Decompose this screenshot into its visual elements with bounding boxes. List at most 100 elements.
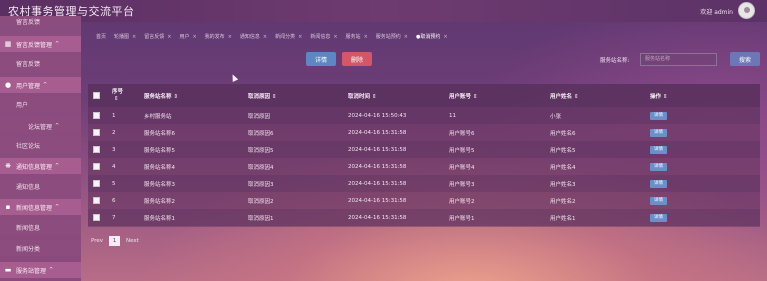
cell-account: 用户账号1 bbox=[449, 215, 475, 222]
cell-action: 详情 bbox=[650, 141, 760, 158]
sidebar-group-news[interactable]: ▪ 新闻信息管理 ^ bbox=[0, 199, 81, 215]
cell-action: 详情 bbox=[650, 209, 760, 226]
row-checkbox[interactable] bbox=[93, 129, 100, 136]
table-row[interactable]: 5 服务站名称3 取消原因3 2024-04-16 15:31:58 用户账号3… bbox=[88, 175, 760, 192]
detail-button[interactable]: 详情 bbox=[306, 52, 336, 66]
sidebar-group-forum[interactable]: 论坛管理 ^ bbox=[0, 118, 81, 134]
row-detail-button[interactable]: 详情 bbox=[650, 111, 667, 120]
cell-no: 3 bbox=[112, 146, 116, 153]
close-icon[interactable]: × bbox=[228, 34, 232, 40]
row-detail-button[interactable]: 详情 bbox=[650, 162, 667, 171]
sidebar-item-feedback-top[interactable]: 留言反馈 bbox=[0, 16, 81, 26]
row-checkbox[interactable] bbox=[93, 146, 100, 153]
tab-my-posts[interactable]: 我的发布 × bbox=[205, 33, 232, 40]
sort-icon: ⇕ bbox=[114, 95, 119, 102]
table-row[interactable]: 2 服务站名称6 取消原因6 2024-04-16 15:31:58 用户账号6… bbox=[88, 124, 760, 141]
sort-icon: ⇕ bbox=[173, 93, 179, 100]
search-label: 服务站名称: bbox=[600, 58, 630, 64]
sidebar-item-notices[interactable]: 通知信息 bbox=[0, 178, 81, 194]
row-detail-button[interactable]: 详情 bbox=[650, 128, 667, 137]
close-icon[interactable]: × bbox=[364, 34, 368, 40]
cell-time: 2024-04-16 15:31:58 bbox=[348, 146, 407, 153]
tab-stations[interactable]: 服务站 × bbox=[346, 33, 368, 40]
col-header-no[interactable]: 序号 ⇕ bbox=[112, 84, 144, 107]
sidebar-group-stations[interactable]: ▬ 服务站管理 ^ bbox=[0, 262, 81, 278]
grid-icon: ▦ bbox=[4, 40, 12, 48]
col-header-action: 操作 ⇕ bbox=[650, 93, 668, 100]
tab-cancel-booking[interactable]: ●取消预约 × bbox=[416, 33, 448, 40]
tab-users[interactable]: 用户 × bbox=[179, 33, 196, 40]
tab-news-category[interactable]: 新闻分类 × bbox=[275, 33, 302, 40]
sidebar-group-label: 论坛管理 bbox=[28, 123, 53, 131]
close-icon[interactable]: × bbox=[333, 34, 337, 40]
table-row[interactable]: 7 服务站名称1 取消原因1 2024-04-16 15:31:58 用户账号1… bbox=[88, 209, 760, 226]
row-checkbox[interactable] bbox=[93, 197, 100, 204]
prev-page-link[interactable]: Prev bbox=[91, 238, 103, 244]
table-row[interactable]: 3 服务站名称5 取消原因5 2024-04-16 15:31:58 用户账号5… bbox=[88, 141, 760, 158]
row-select-cell bbox=[88, 175, 112, 192]
cell-name: 服务站名称6 bbox=[144, 130, 175, 137]
table-row[interactable]: 1 乡村服务站 取消原因 2024-04-16 15:50:43 11 小张 详… bbox=[88, 107, 760, 124]
cell-reason: 取消原因2 bbox=[248, 198, 274, 205]
next-page-link[interactable]: Next bbox=[126, 238, 139, 244]
current-page[interactable]: 1 bbox=[109, 236, 120, 246]
close-icon[interactable]: × bbox=[404, 34, 408, 40]
cell-name: 服务站名称2 bbox=[144, 198, 175, 205]
close-icon[interactable]: × bbox=[132, 34, 136, 40]
row-checkbox[interactable] bbox=[93, 214, 100, 221]
select-all-cell bbox=[88, 84, 112, 107]
sort-icon: ⇕ bbox=[574, 93, 579, 100]
cell-name: 乡村服务站 bbox=[144, 113, 172, 120]
row-detail-button[interactable]: 详情 bbox=[650, 196, 667, 205]
col-header-reason[interactable]: 取消原因 ⇕ bbox=[248, 84, 348, 107]
cell-user: 用户姓名5 bbox=[550, 147, 576, 154]
apps-icon: ▪ bbox=[5, 203, 11, 211]
delete-button[interactable]: 删除 bbox=[342, 52, 372, 66]
col-header-user[interactable]: 用户姓名 ⇕ bbox=[550, 84, 650, 107]
close-icon[interactable]: × bbox=[263, 34, 267, 40]
col-header-account[interactable]: 用户账号 ⇕ bbox=[449, 84, 550, 107]
row-checkbox[interactable] bbox=[93, 180, 100, 187]
tab-carousel[interactable]: 轮播图 × bbox=[114, 33, 136, 40]
close-icon[interactable]: × bbox=[167, 34, 171, 40]
sidebar-item-forum[interactable]: 社区论坛 bbox=[0, 137, 81, 153]
cell-user: 用户姓名1 bbox=[550, 215, 576, 222]
sidebar-group-label: 新闻信息管理 bbox=[16, 204, 53, 212]
sidebar-group-notices[interactable]: ❋ 通知信息管理 ^ bbox=[0, 158, 81, 174]
sidebar-item-feedback[interactable]: 留言反馈 bbox=[0, 55, 81, 71]
col-header-time[interactable]: 取消时间 ⇕ bbox=[348, 84, 449, 107]
row-select-cell bbox=[88, 158, 112, 175]
sidebar-item-label: 社区论坛 bbox=[16, 142, 41, 150]
close-icon[interactable]: × bbox=[298, 34, 302, 40]
sidebar-item-news-category[interactable]: 新闻分类 bbox=[0, 240, 81, 256]
row-detail-button[interactable]: 详情 bbox=[650, 179, 667, 188]
row-detail-button[interactable]: 详情 bbox=[650, 213, 667, 222]
sidebar-item-news[interactable]: 新闻信息 bbox=[0, 219, 81, 235]
tab-home[interactable]: 首页 bbox=[96, 33, 106, 40]
avatar[interactable] bbox=[738, 2, 755, 19]
table-row[interactable]: 4 服务站名称4 取消原因4 2024-04-16 15:31:58 用户账号4… bbox=[88, 158, 760, 175]
row-checkbox[interactable] bbox=[93, 163, 100, 170]
tab-feedback[interactable]: 留言反馈 × bbox=[144, 33, 171, 40]
cell-action: 详情 bbox=[650, 158, 760, 175]
col-header-name[interactable]: 服务站名称 ⇕ bbox=[144, 84, 248, 107]
sidebar-group-users[interactable]: ● 用户管理 ^ bbox=[0, 77, 81, 93]
cell-no: 5 bbox=[112, 180, 116, 187]
sidebar-group-feedback[interactable]: ▦ 留言反馈管理 ^ bbox=[0, 36, 81, 52]
row-checkbox[interactable] bbox=[93, 112, 100, 119]
table-row[interactable]: 6 服务站名称2 取消原因2 2024-04-16 15:31:58 用户账号2… bbox=[88, 192, 760, 209]
search-button[interactable]: 搜索 bbox=[730, 52, 760, 66]
close-icon[interactable]: × bbox=[443, 34, 447, 40]
tab-news[interactable]: 新闻信息 × bbox=[310, 33, 337, 40]
select-all-checkbox[interactable] bbox=[93, 92, 100, 99]
search-input[interactable]: 服务站名称 bbox=[640, 53, 717, 66]
row-detail-button[interactable]: 详情 bbox=[650, 145, 667, 154]
cell-reason: 取消原因3 bbox=[248, 181, 274, 188]
close-icon[interactable]: × bbox=[192, 34, 196, 40]
cell-account: 用户账号5 bbox=[449, 147, 475, 154]
row-select-cell bbox=[88, 209, 112, 226]
cell-name: 服务站名称1 bbox=[144, 215, 175, 222]
tab-station-booking[interactable]: 服务站预约 × bbox=[376, 33, 408, 40]
tab-notices[interactable]: 通知信息 × bbox=[240, 33, 267, 40]
sidebar-item-users[interactable]: 用户 bbox=[0, 96, 81, 112]
